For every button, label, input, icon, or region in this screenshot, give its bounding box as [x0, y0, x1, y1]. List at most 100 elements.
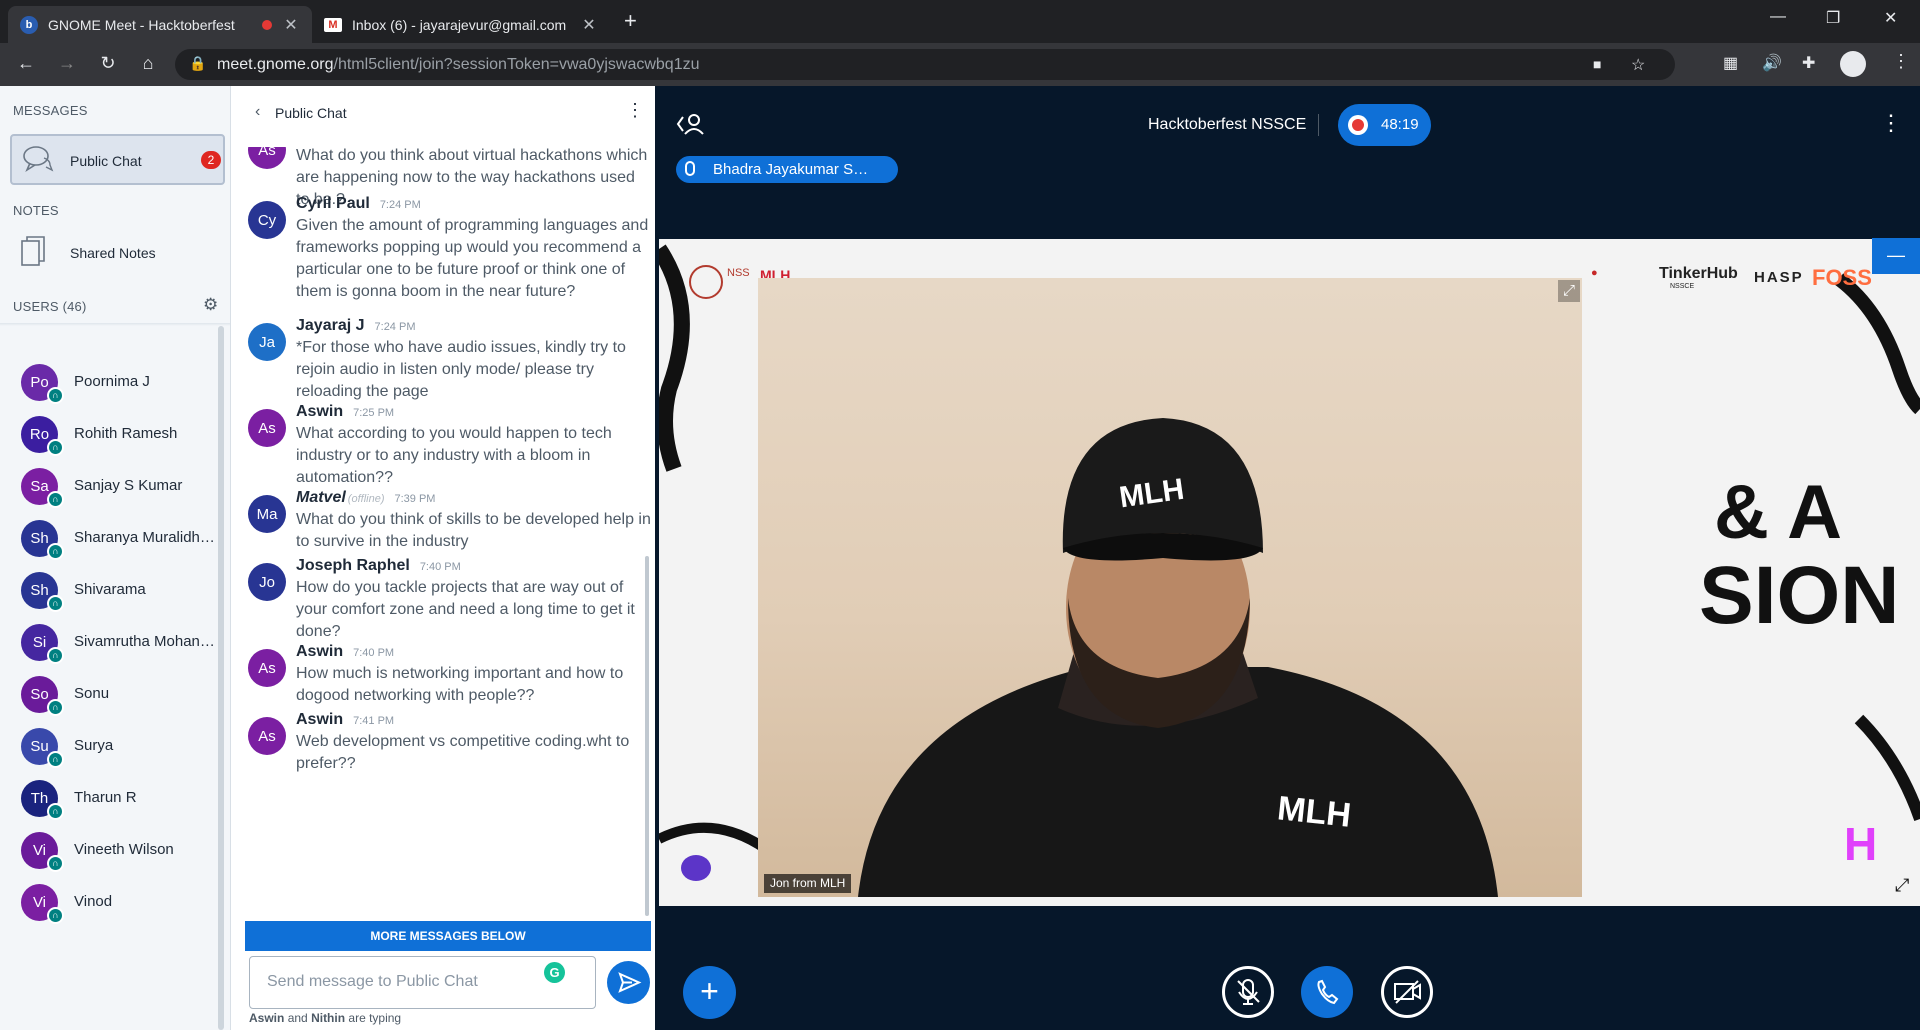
user-name: Sanjay S Kumar — [74, 477, 183, 494]
svg-text:MLH: MLH — [1276, 789, 1353, 834]
microphone-muted-icon — [1237, 979, 1260, 1005]
close-tab-icon[interactable]: ✕ — [580, 15, 598, 35]
slide-heading-line2: SION — [1699, 550, 1900, 641]
mute-button[interactable] — [1222, 966, 1274, 1018]
public-chat-label: Public Chat — [70, 153, 142, 169]
message-text: What do you think of skills to be develo… — [296, 511, 651, 550]
user-list-item[interactable]: Si ∩ Sivamrutha Mohan… — [0, 616, 230, 666]
extension-grid-icon[interactable]: ▦ — [1723, 53, 1738, 73]
logo-dsc: ● — [1591, 267, 1598, 279]
user-list-item[interactable]: Vi ∩ Vinod — [0, 876, 230, 926]
chevron-left-icon[interactable]: ‹ — [255, 103, 260, 121]
close-window-icon[interactable]: ✕ — [1884, 8, 1897, 28]
user-list-item[interactable]: Su ∩ Surya — [0, 720, 230, 770]
settings-gear-icon[interactable]: ⚙ — [203, 295, 218, 315]
profile-avatar[interactable] — [1840, 51, 1866, 77]
fullscreen-video-icon[interactable]: ⤢ — [1558, 280, 1580, 302]
message-time: 7:39 PM — [394, 493, 436, 505]
listen-only-icon: ∩ — [47, 439, 64, 456]
talker-name: Bhadra Jayakumar S… — [713, 161, 869, 178]
listen-only-icon: ∩ — [47, 595, 64, 612]
public-chat-item[interactable]: Public Chat 2 — [10, 134, 225, 185]
user-name: Surya — [74, 737, 114, 754]
recording-timer: 48:19 — [1381, 116, 1419, 133]
users-heading: USERS (46) — [13, 299, 87, 314]
notes-heading: NOTES — [13, 203, 59, 218]
user-list-item[interactable]: Sh ∩ Sharanya Muralidh… — [0, 512, 230, 562]
user-list-item[interactable]: Ro ∩ Rohith Ramesh — [0, 408, 230, 458]
leave-audio-button[interactable] — [1301, 966, 1353, 1018]
share-webcam-button[interactable] — [1381, 966, 1433, 1018]
user-list-item[interactable]: Th ∩ Tharun R — [0, 772, 230, 822]
user-list-item[interactable]: Sh ∩ Shivarama — [0, 564, 230, 614]
message-author: Jayaraj J 7:24 PM — [296, 317, 416, 334]
talking-indicator[interactable]: Bhadra Jayakumar S… — [676, 156, 898, 183]
grammarly-icon[interactable]: G — [544, 962, 565, 983]
camera-permission-icon[interactable]: ■ — [1593, 56, 1601, 72]
toggle-userlist-icon[interactable] — [676, 112, 704, 136]
listen-only-icon: ∩ — [47, 699, 64, 716]
divider — [0, 323, 230, 326]
user-name: Poornima J — [74, 373, 150, 390]
shared-notes-item[interactable]: Shared Notes — [10, 234, 225, 276]
close-tab-icon[interactable]: ✕ — [282, 15, 300, 35]
message-author: Aswin 7:40 PM — [296, 643, 395, 660]
hacktoberfest-logo-icon: H — [1844, 818, 1878, 870]
listen-only-icon: ∩ — [47, 647, 64, 664]
minimize-icon[interactable]: — — [1770, 8, 1786, 26]
browser-menu-icon[interactable]: ⋮ — [1892, 51, 1910, 72]
bookmark-star-icon[interactable]: ☆ — [1631, 55, 1645, 75]
listen-only-icon: ∩ — [47, 387, 64, 404]
home-icon[interactable]: ⌂ — [136, 53, 160, 74]
typing-indicator: Aswin and Nithin are typing — [249, 1011, 402, 1025]
listen-only-icon: ∩ — [47, 751, 64, 768]
message-text: Web development vs competitive coding.wh… — [296, 733, 630, 772]
new-tab-icon[interactable]: + — [624, 8, 637, 34]
webcam-video[interactable]: MLH MLH Jon from MLH ⤢ — [758, 278, 1582, 897]
volume-icon[interactable]: 🔊 — [1762, 53, 1782, 73]
minimize-presentation-button[interactable]: — — [1872, 238, 1920, 274]
user-list-item[interactable]: So ∩ Sonu — [0, 668, 230, 718]
messages-heading: MESSAGES — [13, 103, 88, 118]
listen-only-icon: ∩ — [47, 855, 64, 872]
send-message-button[interactable] — [607, 961, 650, 1004]
user-name: Tharun R — [74, 789, 137, 806]
unread-badge: 2 — [201, 151, 221, 169]
fullscreen-presentation-icon[interactable]: ⤢ — [1895, 875, 1909, 896]
reload-icon[interactable]: ↻ — [96, 53, 120, 74]
restore-icon[interactable]: ❐ — [1826, 8, 1840, 28]
extensions-icon[interactable]: ✚ — [1802, 53, 1815, 73]
chat-scrollbar[interactable] — [645, 556, 649, 916]
actions-button[interactable]: + — [683, 966, 736, 1019]
address-bar[interactable]: 🔒 meet.gnome.org/html5client/join?sessio… — [175, 49, 1675, 80]
tab-gnome-meet[interactable]: b GNOME Meet - Hacktoberfest ✕ — [8, 6, 312, 43]
more-messages-button[interactable]: MORE MESSAGES BELOW — [245, 921, 651, 951]
slide-heading-line1: & A — [1714, 470, 1843, 555]
tab-gmail[interactable]: M Inbox (6) - jayarajevur@gmail.com ✕ — [312, 6, 610, 43]
user-list-item[interactable]: Sa ∩ Sanjay S Kumar — [0, 460, 230, 510]
meeting-title: Hacktoberfest NSSCE — [1148, 116, 1307, 133]
avatar: Ma — [248, 495, 286, 533]
logo-foss: FOSS — [1812, 265, 1872, 290]
chat-options-icon[interactable]: ⋮ — [626, 100, 644, 121]
record-icon — [1348, 115, 1368, 135]
meeting-options-icon[interactable]: ⋮ — [1880, 110, 1902, 136]
user-list-item[interactable]: Po ∩ Poornima J — [0, 356, 230, 406]
avatar: Cy — [248, 201, 286, 239]
message-author: Joseph Raphel 7:40 PM — [296, 557, 461, 574]
user-name: Rohith Ramesh — [74, 425, 178, 442]
plus-icon: + — [700, 973, 719, 1009]
message-text: How much is networking important and how… — [296, 665, 624, 704]
message-text: *For those who have audio issues, kindly… — [296, 339, 626, 400]
camera-off-icon — [1394, 980, 1421, 1004]
logo-nssce: NSSCE — [1670, 283, 1695, 290]
user-list-item[interactable]: Vi ∩ Vineeth Wilson — [0, 824, 230, 874]
chat-message-input[interactable]: Send message to Public Chat G — [249, 956, 596, 1009]
back-icon[interactable]: ← — [14, 53, 38, 74]
forward-icon[interactable]: → — [55, 53, 79, 74]
user-name: Sivamrutha Mohan… — [74, 633, 215, 650]
recording-button[interactable]: 48:19 — [1338, 104, 1431, 146]
user-name: Sonu — [74, 685, 110, 702]
bigbluebutton-icon: b — [20, 15, 38, 34]
message-author: Aswin 7:25 PM — [296, 403, 395, 420]
